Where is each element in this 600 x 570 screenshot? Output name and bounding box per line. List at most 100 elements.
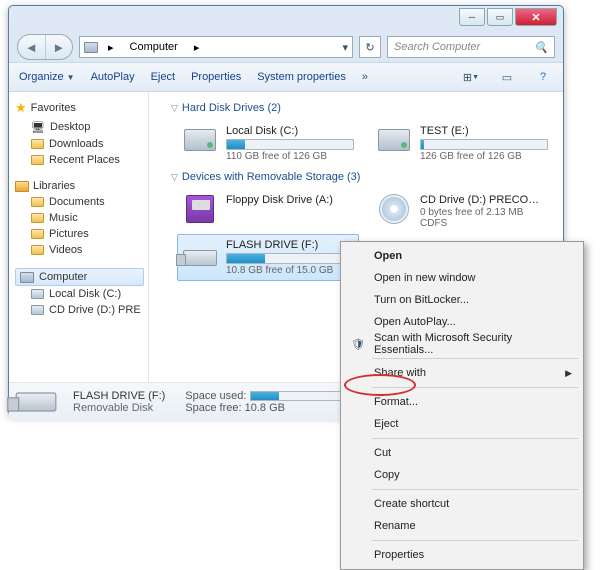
- computer-icon: [20, 272, 34, 283]
- details-stats: Space used: Space free: 10.8 GB: [185, 390, 345, 414]
- menu-item-label: Properties: [374, 549, 424, 561]
- navigation-pane: ★Favorites 🖥Desktop Downloads Recent Pla…: [9, 92, 149, 382]
- desktop-icon: 🖥: [31, 120, 45, 134]
- properties-button[interactable]: Properties: [191, 71, 241, 83]
- submenu-arrow-icon: ▶: [565, 368, 572, 379]
- menu-item-share-with[interactable]: Share with ▶: [344, 362, 580, 384]
- toolbar-overflow[interactable]: »: [362, 71, 368, 83]
- menu-item-label: Turn on BitLocker...: [374, 294, 469, 306]
- menu-item-rename[interactable]: Rename: [344, 515, 580, 537]
- view-options-icon[interactable]: ⊞▼: [461, 67, 481, 87]
- star-icon: ★: [15, 100, 27, 116]
- menu-separator: [372, 489, 578, 490]
- breadcrumb-computer[interactable]: Computer: [124, 37, 184, 57]
- menu-item-turn-on-bitlocker[interactable]: Turn on BitLocker...: [344, 289, 580, 311]
- maximize-button[interactable]: ▭: [487, 8, 513, 26]
- libraries-icon: [15, 181, 29, 192]
- menu-item-label: Rename: [374, 520, 416, 532]
- organize-menu[interactable]: Organize▼: [19, 71, 75, 83]
- hdd-icon: [378, 129, 410, 151]
- breadcrumb-sep: ▸: [102, 37, 120, 57]
- section-removable[interactable]: ▽Devices with Removable Storage (3): [155, 167, 563, 189]
- sidebar-item-cd-drive[interactable]: CD Drive (D:) PRE: [15, 302, 148, 318]
- menu-item-open[interactable]: Open: [344, 245, 580, 267]
- back-button[interactable]: ◄: [18, 35, 46, 59]
- address-bar[interactable]: ▸ Computer ▸ ▾: [79, 36, 353, 58]
- nav-arrows: ◄ ►: [17, 34, 73, 60]
- usb-icon: [16, 392, 57, 411]
- drive-cd-d[interactable]: CD Drive (D:) PRECOMPACT 0 bytes free of…: [371, 189, 553, 234]
- menu-item-label: Scan with Microsoft Security Essentials.…: [374, 332, 560, 356]
- cd-icon: [379, 194, 409, 224]
- menu-item-create-shortcut[interactable]: Create shortcut: [344, 493, 580, 515]
- folder-icon: [31, 229, 44, 239]
- menu-separator: [372, 438, 578, 439]
- sidebar-item-pictures[interactable]: Pictures: [15, 226, 148, 242]
- close-button[interactable]: ✕: [515, 8, 557, 26]
- menu-separator: [372, 387, 578, 388]
- menu-item-properties[interactable]: Properties: [344, 544, 580, 566]
- capacity-bar: [226, 253, 354, 264]
- disk-icon: [31, 289, 44, 299]
- capacity-bar: [226, 139, 354, 150]
- folder-icon: [31, 155, 44, 165]
- sidebar-item-downloads[interactable]: Downloads: [15, 136, 148, 152]
- sidebar-item-music[interactable]: Music: [15, 210, 148, 226]
- nav-row: ◄ ► ▸ Computer ▸ ▾ ↻ Search Computer 🔍: [9, 32, 563, 62]
- hdd-icon: [184, 129, 216, 151]
- sidebar-item-computer[interactable]: Computer: [15, 268, 144, 286]
- capacity-bar: [420, 139, 548, 150]
- menu-item-open-in-new-window[interactable]: Open in new window: [344, 267, 580, 289]
- help-icon[interactable]: ?: [533, 67, 553, 87]
- sidebar-item-local-disk[interactable]: Local Disk (C:): [15, 286, 148, 302]
- context-menu: Open Open in new window Turn on BitLocker.…: [340, 241, 584, 570]
- address-dropdown-icon[interactable]: ▾: [342, 41, 348, 54]
- menu-item-label: Create shortcut: [374, 498, 449, 510]
- menu-item-eject[interactable]: Eject: [344, 413, 580, 435]
- preview-pane-icon[interactable]: ▭: [497, 67, 517, 87]
- folder-icon: [31, 139, 44, 149]
- eject-button[interactable]: Eject: [151, 71, 175, 83]
- minimize-button[interactable]: ─: [459, 8, 485, 26]
- search-input[interactable]: Search Computer 🔍: [387, 36, 555, 58]
- menu-item-copy[interactable]: Copy: [344, 464, 580, 486]
- drive-flash-f[interactable]: FLASH DRIVE (F:) 10.8 GB free of 15.0 GB: [177, 234, 359, 281]
- search-placeholder: Search Computer: [394, 41, 480, 53]
- computer-icon: [84, 40, 98, 54]
- menu-item-label: Format...: [374, 396, 418, 408]
- forward-button[interactable]: ►: [46, 35, 73, 59]
- drive-test-e[interactable]: TEST (E:) 126 GB free of 126 GB: [371, 120, 553, 167]
- toolbar: Organize▼ AutoPlay Eject Properties Syst…: [9, 62, 563, 92]
- collapse-icon: ▽: [171, 172, 178, 183]
- folder-icon: [31, 245, 44, 255]
- favorites-group[interactable]: ★Favorites: [15, 98, 148, 118]
- search-icon: 🔍: [534, 41, 548, 54]
- drive-floppy-a[interactable]: Floppy Disk Drive (A:): [177, 189, 359, 234]
- breadcrumb-sep2: ▸: [188, 37, 206, 57]
- folder-icon: [31, 197, 44, 207]
- libraries-group[interactable]: Libraries: [15, 178, 148, 194]
- floppy-icon: [186, 195, 214, 223]
- collapse-icon: ▽: [171, 103, 178, 114]
- section-hard-disks[interactable]: ▽Hard Disk Drives (2): [155, 98, 563, 120]
- shield-icon: 🛡: [350, 338, 366, 351]
- details-name: FLASH DRIVE (F:): [73, 390, 165, 402]
- menu-item-open-autoplay[interactable]: Open AutoPlay...: [344, 311, 580, 333]
- sidebar-item-recent[interactable]: Recent Places: [15, 152, 148, 168]
- sidebar-item-desktop[interactable]: 🖥Desktop: [15, 118, 148, 136]
- autoplay-button[interactable]: AutoPlay: [91, 71, 135, 83]
- menu-item-scan-with-microsoft-security-essentials[interactable]: 🛡 Scan with Microsoft Security Essentials…: [344, 333, 580, 355]
- menu-item-label: Eject: [374, 418, 398, 430]
- menu-item-label: Cut: [374, 447, 391, 459]
- menu-item-label: Share with: [374, 367, 426, 379]
- refresh-button[interactable]: ↻: [359, 36, 381, 58]
- drive-local-c[interactable]: Local Disk (C:) 110 GB free of 126 GB: [177, 120, 359, 167]
- menu-item-label: Open in new window: [374, 272, 476, 284]
- folder-icon: [31, 213, 44, 223]
- menu-item-format[interactable]: Format...: [344, 391, 580, 413]
- details-type: Removable Disk: [73, 402, 165, 414]
- menu-item-cut[interactable]: Cut: [344, 442, 580, 464]
- sidebar-item-videos[interactable]: Videos: [15, 242, 148, 258]
- sidebar-item-documents[interactable]: Documents: [15, 194, 148, 210]
- system-properties-button[interactable]: System properties: [257, 71, 346, 83]
